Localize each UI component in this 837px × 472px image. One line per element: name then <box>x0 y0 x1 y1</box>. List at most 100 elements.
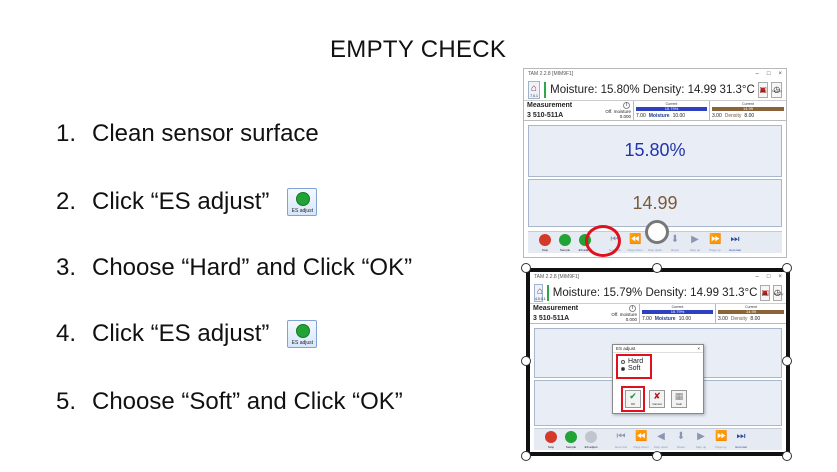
goto-last-button[interactable]: ⏭ Goto last <box>726 233 744 252</box>
resize-handle[interactable] <box>782 263 792 273</box>
step-down-button[interactable]: ◀Step down <box>652 430 670 449</box>
step-number: 1. <box>56 120 77 147</box>
close-icon: ✘ <box>653 391 661 401</box>
reset-icon: ⬇ <box>670 234 680 245</box>
close-button[interactable]: × <box>778 274 782 280</box>
page-up-button[interactable]: ⏩ Page up <box>706 233 724 252</box>
stop-button[interactable]: Stop <box>536 233 554 252</box>
toolbar: Stop Sample ES adjust ⏮ Goto first ⏪ Page … <box>534 428 782 450</box>
sample-icon <box>559 234 571 246</box>
page-down-button[interactable]: ⏪ Page down <box>626 233 644 252</box>
goto-first-icon: ⏮ <box>616 431 626 442</box>
page-down-icon: ⏪ <box>635 431 648 442</box>
close-button[interactable]: × <box>778 71 782 77</box>
moisture-panel: 15.80% <box>528 125 782 177</box>
page-up-button[interactable]: ⏩ Page up <box>712 430 730 449</box>
measurement-row: Measurement 3 510-511A i Off. moisture 0… <box>524 101 786 121</box>
step-text: Choose “Hard” and Click “OK” <box>92 254 413 281</box>
es-adjust-button[interactable]: ES adjust <box>582 430 600 449</box>
app-window-bottom: TAM 2.2.8 [MIM9F1] – □ × ⌂ 4.0.0.1 Moist… <box>526 268 790 456</box>
step-up-button[interactable]: ▶ Step up <box>692 430 710 449</box>
cancel-button[interactable]: ✘ Cancel <box>649 390 665 408</box>
page-up-icon: ⏩ <box>715 431 728 442</box>
highlight-ring <box>585 225 621 257</box>
sample-button[interactable]: Sample <box>556 233 574 252</box>
reset-icon: ⬇ <box>676 431 686 442</box>
minimize-button[interactable]: – <box>756 274 759 280</box>
resize-handle[interactable] <box>521 263 531 273</box>
slide-title: EMPTY CHECK <box>330 36 507 63</box>
step-1: 1. Clean sensor surface <box>56 120 319 148</box>
goto-last-button[interactable]: ⏭ Goto last <box>732 430 750 449</box>
page-up-icon: ⏩ <box>709 234 722 245</box>
rotate-handle-icon[interactable] <box>645 220 669 244</box>
home-button[interactable]: ⌂ 4.0.0.1 <box>534 283 546 302</box>
status-header: ⌂ 7.0.1 Moisture: 15.80% Density: 14.99 … <box>524 79 786 101</box>
maximize-button[interactable]: □ <box>767 71 771 77</box>
calc-button[interactable]: ▦ Calc <box>671 390 687 408</box>
calculator-icon: ▦ <box>674 391 684 401</box>
es-adjust-icon <box>585 431 597 443</box>
history-button[interactable]: ◷ History <box>773 284 783 301</box>
goto-last-icon: ⏭ <box>730 234 740 245</box>
page-down-button[interactable]: ⏪ Page down <box>632 430 650 449</box>
info-icon[interactable]: i <box>623 102 630 109</box>
resize-handle[interactable] <box>521 356 531 366</box>
resize-handle[interactable] <box>652 451 662 461</box>
help-button[interactable]: ▣ Help <box>760 284 771 301</box>
step-number: 4. <box>56 320 77 347</box>
moisture-value: 15.80% <box>624 140 686 160</box>
es-adjust-button-illustration: ES adjust <box>287 188 318 216</box>
dialog-close-button[interactable]: × <box>697 346 700 351</box>
es-adjust-icon <box>296 324 311 338</box>
step-down-icon: ◀ <box>657 431 665 442</box>
maximize-button[interactable]: □ <box>767 274 771 280</box>
step-2: 2. Click “ES adjust” ES adjust <box>56 188 318 216</box>
moisture-bar: 15.79% <box>636 107 707 111</box>
goto-last-icon: ⏭ <box>736 431 746 442</box>
resize-handle[interactable] <box>782 451 792 461</box>
step-number: 3. <box>56 254 77 281</box>
reset-button[interactable]: ⬇ Reset <box>666 233 684 252</box>
step-up-button[interactable]: ▶ Step up <box>686 233 704 252</box>
stop-icon <box>539 234 551 246</box>
step-4: 4. Click “ES adjust” ES adjust <box>56 320 318 348</box>
minimize-button[interactable]: – <box>756 71 759 77</box>
measurement-label: Measurement <box>527 102 573 109</box>
resize-handle[interactable] <box>782 356 792 366</box>
title-bar: TAM 2.2.8 [MIM9F1] – □ × <box>524 69 786 79</box>
resize-handle[interactable] <box>521 451 531 461</box>
offset-moisture: Off. moisture 0.000 <box>605 109 631 119</box>
status-indicator <box>544 81 547 98</box>
highlight-box-options <box>616 354 652 379</box>
moisture-bar: 15.79% <box>642 310 713 314</box>
step-text: Clean sensor surface <box>92 120 319 147</box>
sample-button[interactable]: Sample <box>562 430 580 449</box>
offset-moisture: Off. moisture 0.000 <box>611 312 637 322</box>
sample-icon <box>565 431 577 443</box>
history-button[interactable]: ◷ History <box>771 81 782 98</box>
status-header: ⌂ 4.0.0.1 Moisture: 15.79% Density: 14.9… <box>530 282 786 304</box>
help-button[interactable]: ▣ Help <box>757 81 769 98</box>
stop-icon <box>545 431 557 443</box>
reset-button[interactable]: ⬇ Reset <box>672 430 690 449</box>
density-bar: 14.99 <box>718 310 784 314</box>
step-3: 3. Choose “Hard” and Click “OK” <box>56 254 412 282</box>
measurement-label: Measurement <box>533 305 579 312</box>
home-button[interactable]: ⌂ 7.0.1 <box>528 80 541 99</box>
dialog-title: ES adjust <box>616 346 636 351</box>
step-up-icon: ▶ <box>691 234 699 245</box>
stop-button[interactable]: Stop <box>542 430 560 449</box>
density-bar: 14.99 <box>712 107 784 111</box>
resize-handle[interactable] <box>652 263 662 273</box>
readout-text: Moisture: 15.79% Density: 14.99 31.3°C <box>552 286 758 299</box>
page-down-icon: ⏪ <box>629 234 642 245</box>
es-adjust-button-illustration: ES adjust <box>287 320 318 348</box>
step-up-icon: ▶ <box>697 431 705 442</box>
home-icon: ⌂ <box>537 285 544 297</box>
goto-first-button[interactable]: ⏮ Goto first <box>612 430 630 449</box>
density-value: 14.99 <box>632 193 678 213</box>
info-icon[interactable]: i <box>629 305 636 312</box>
readout-text: Moisture: 15.80% Density: 14.99 31.3°C <box>550 83 755 96</box>
status-indicator <box>547 284 549 301</box>
